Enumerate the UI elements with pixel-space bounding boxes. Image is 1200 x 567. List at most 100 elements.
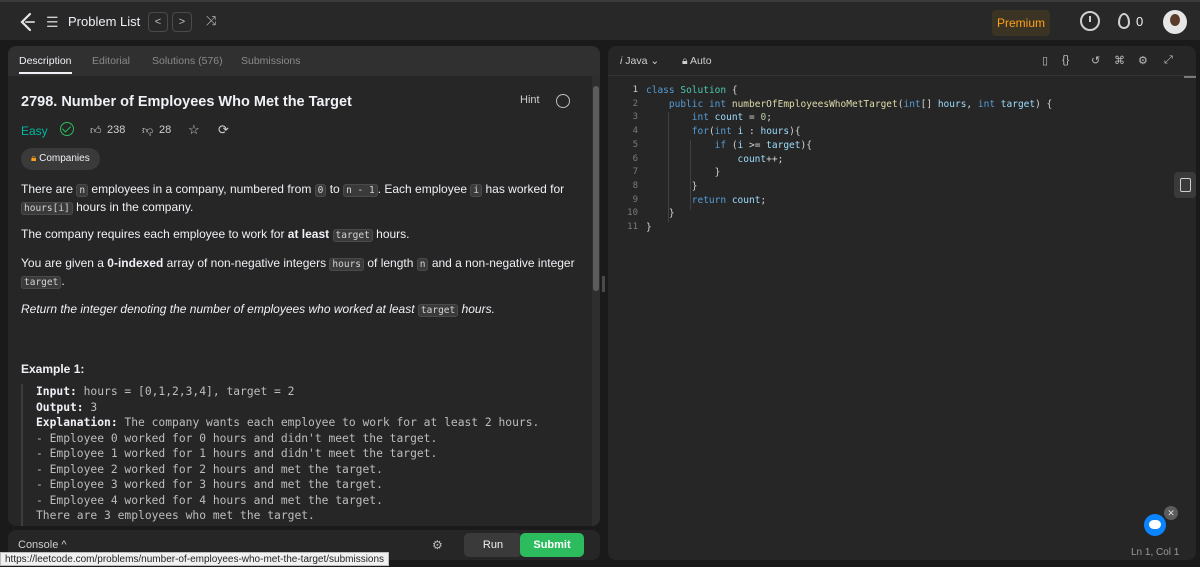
output-value: 3 — [83, 400, 98, 414]
cursor-position: Ln 1, Col 1 — [1131, 547, 1180, 558]
input-value: hours = [0,1,2,3,4], target = 2 — [76, 385, 295, 398]
top-navbar: ☰ Problem List < > ⤨ Premium 0 — [0, 0, 1200, 40]
notes-icon[interactable] — [1174, 172, 1196, 198]
shuffle-icon[interactable]: ⤨ — [206, 13, 216, 29]
auto-label: Auto — [689, 55, 712, 67]
bookmark-icon[interactable]: ▯ — [1042, 54, 1048, 67]
scrollbar-thumb[interactable] — [593, 86, 599, 291]
tab-submissions[interactable]: Submissions — [241, 55, 301, 67]
text: and a non-negative integer — [428, 256, 575, 270]
lock-icon: 🔒︎ — [682, 55, 690, 67]
tab-editorial[interactable]: Editorial — [92, 55, 130, 67]
line-number: 11 — [627, 222, 638, 233]
feedback-icon[interactable] — [1144, 514, 1166, 536]
streak-icon[interactable] — [1118, 13, 1130, 29]
tab-description[interactable]: Description — [19, 55, 72, 74]
inline-code: target — [21, 276, 62, 289]
inline-code: n — [416, 258, 429, 271]
line-number: 5 — [632, 139, 638, 150]
expand-icon[interactable]: ⤢ — [1164, 54, 1173, 67]
explanation-line: There are 3 employees who met the target… — [36, 509, 315, 522]
text: employees in a company, numbered from — [88, 182, 315, 196]
text: array of non-negative integers — [163, 256, 330, 270]
settings-icon[interactable]: ⚙ — [1138, 54, 1148, 67]
run-button[interactable]: Run — [464, 533, 522, 557]
description-paragraph-4: Return the integer denoting the number o… — [21, 301, 581, 319]
language-label: Java — [625, 55, 648, 67]
grip-icon[interactable] — [602, 276, 605, 292]
code-editor-panel: i Java ⌄ 🔒︎ Auto ▯ {} ↺ ⌘ ⚙ ⤢ 1 2 3 4 5 … — [608, 46, 1196, 560]
problem-content: 2798. Number of Employees Who Met the Ta… — [8, 76, 588, 526]
lock-icon: 🔒︎ — [31, 153, 40, 164]
description-scrollbar[interactable] — [592, 76, 600, 526]
problem-title: 2798. Number of Employees Who Met the Ta… — [21, 94, 352, 110]
close-icon[interactable]: ✕ — [1164, 506, 1178, 520]
next-problem-button[interactable]: > — [172, 12, 192, 32]
like-count: 238 — [107, 124, 126, 136]
avatar[interactable] — [1163, 10, 1187, 34]
more-options-icon[interactable] — [556, 94, 570, 108]
code-area[interactable]: class Solution { public int numberOfEmpl… — [646, 84, 1052, 235]
star-icon[interactable]: ☆ — [188, 122, 200, 138]
inline-code: i — [470, 184, 483, 197]
text: hours. — [372, 227, 410, 241]
premium-button[interactable]: Premium — [992, 10, 1050, 36]
panel-tabs: Description Editorial Solutions (576) Su… — [8, 46, 600, 76]
input-label: Input: — [36, 385, 77, 398]
shortcut-icon[interactable]: ⌘ — [1114, 54, 1125, 67]
description-paragraph-3: You are given a 0-indexed array of non-n… — [21, 255, 581, 291]
hint-button[interactable]: Hint — [520, 94, 540, 106]
inline-code: n - 1 — [343, 184, 378, 197]
panel-resize-handle[interactable] — [600, 46, 608, 526]
line-number: 6 — [632, 153, 638, 164]
companies-tag[interactable]: 🔒︎ Companies — [21, 148, 100, 170]
text: You are given a — [21, 256, 108, 270]
text: has worked for — [482, 182, 565, 196]
example-title: Example 1: — [21, 362, 85, 376]
auto-mode[interactable]: 🔒︎ Auto — [682, 55, 712, 68]
thumbs-down-icon[interactable]: 👎︎ — [142, 124, 153, 137]
line-number: 7 — [632, 167, 638, 178]
inline-code: hours[i] — [21, 202, 73, 215]
line-number: 4 — [632, 126, 638, 137]
text: There are — [21, 182, 77, 196]
tab-solutions[interactable]: Solutions (576) — [152, 55, 223, 67]
text: . — [61, 274, 65, 288]
share-icon[interactable]: ⟳ — [218, 122, 229, 138]
output-label: Output: — [36, 400, 84, 414]
explanation-line: - Employee 1 worked for 1 hours and didn… — [36, 447, 438, 460]
leetcode-logo-icon[interactable] — [18, 12, 38, 32]
timer-icon[interactable] — [1080, 11, 1100, 31]
console-toggle[interactable]: Console ^ — [18, 539, 67, 551]
explanation-line: - Employee 4 worked for 4 hours and met … — [36, 493, 383, 507]
explanation-line: - Employee 3 worked for 3 hours and met … — [36, 478, 383, 491]
inline-code: target — [332, 229, 373, 242]
list-icon[interactable]: ☰ — [46, 14, 59, 31]
inline-code: hours — [329, 258, 365, 271]
line-number: 8 — [632, 180, 638, 191]
prev-problem-button[interactable]: < — [148, 12, 168, 32]
text: to — [326, 182, 344, 196]
bold-text: at least — [287, 227, 330, 241]
text: hours. — [458, 302, 495, 316]
line-number: 10 — [627, 208, 638, 219]
braces-icon[interactable]: {} — [1062, 54, 1069, 66]
inline-code: 0 — [314, 184, 327, 197]
line-number: 1 — [632, 85, 638, 95]
line-numbers: 1 2 3 4 5 6 7 8 9 10 11 — [608, 84, 638, 235]
bold-text: 0-indexed — [107, 256, 164, 270]
problem-list-link[interactable]: Problem List — [68, 14, 140, 29]
debug-icon[interactable]: ⚙︎ — [432, 538, 443, 552]
text: hours in the company. — [72, 200, 194, 214]
reset-icon[interactable]: ↺ — [1091, 54, 1100, 67]
example-block: Input: hours = [0,1,2,3,4], target = 2 O… — [21, 384, 581, 526]
info-icon: i — [620, 55, 623, 67]
solved-check-icon — [60, 122, 74, 136]
submit-button[interactable]: Submit — [520, 533, 584, 557]
text: . Each employee — [377, 182, 471, 196]
line-number: 3 — [632, 112, 638, 123]
editor-scroll-marker — [1184, 76, 1196, 78]
explanation-line: - Employee 2 worked for 2 hours and met … — [36, 462, 383, 476]
language-selector[interactable]: i Java ⌄ — [620, 55, 659, 67]
thumbs-up-icon[interactable]: 👍︎ — [90, 124, 102, 137]
